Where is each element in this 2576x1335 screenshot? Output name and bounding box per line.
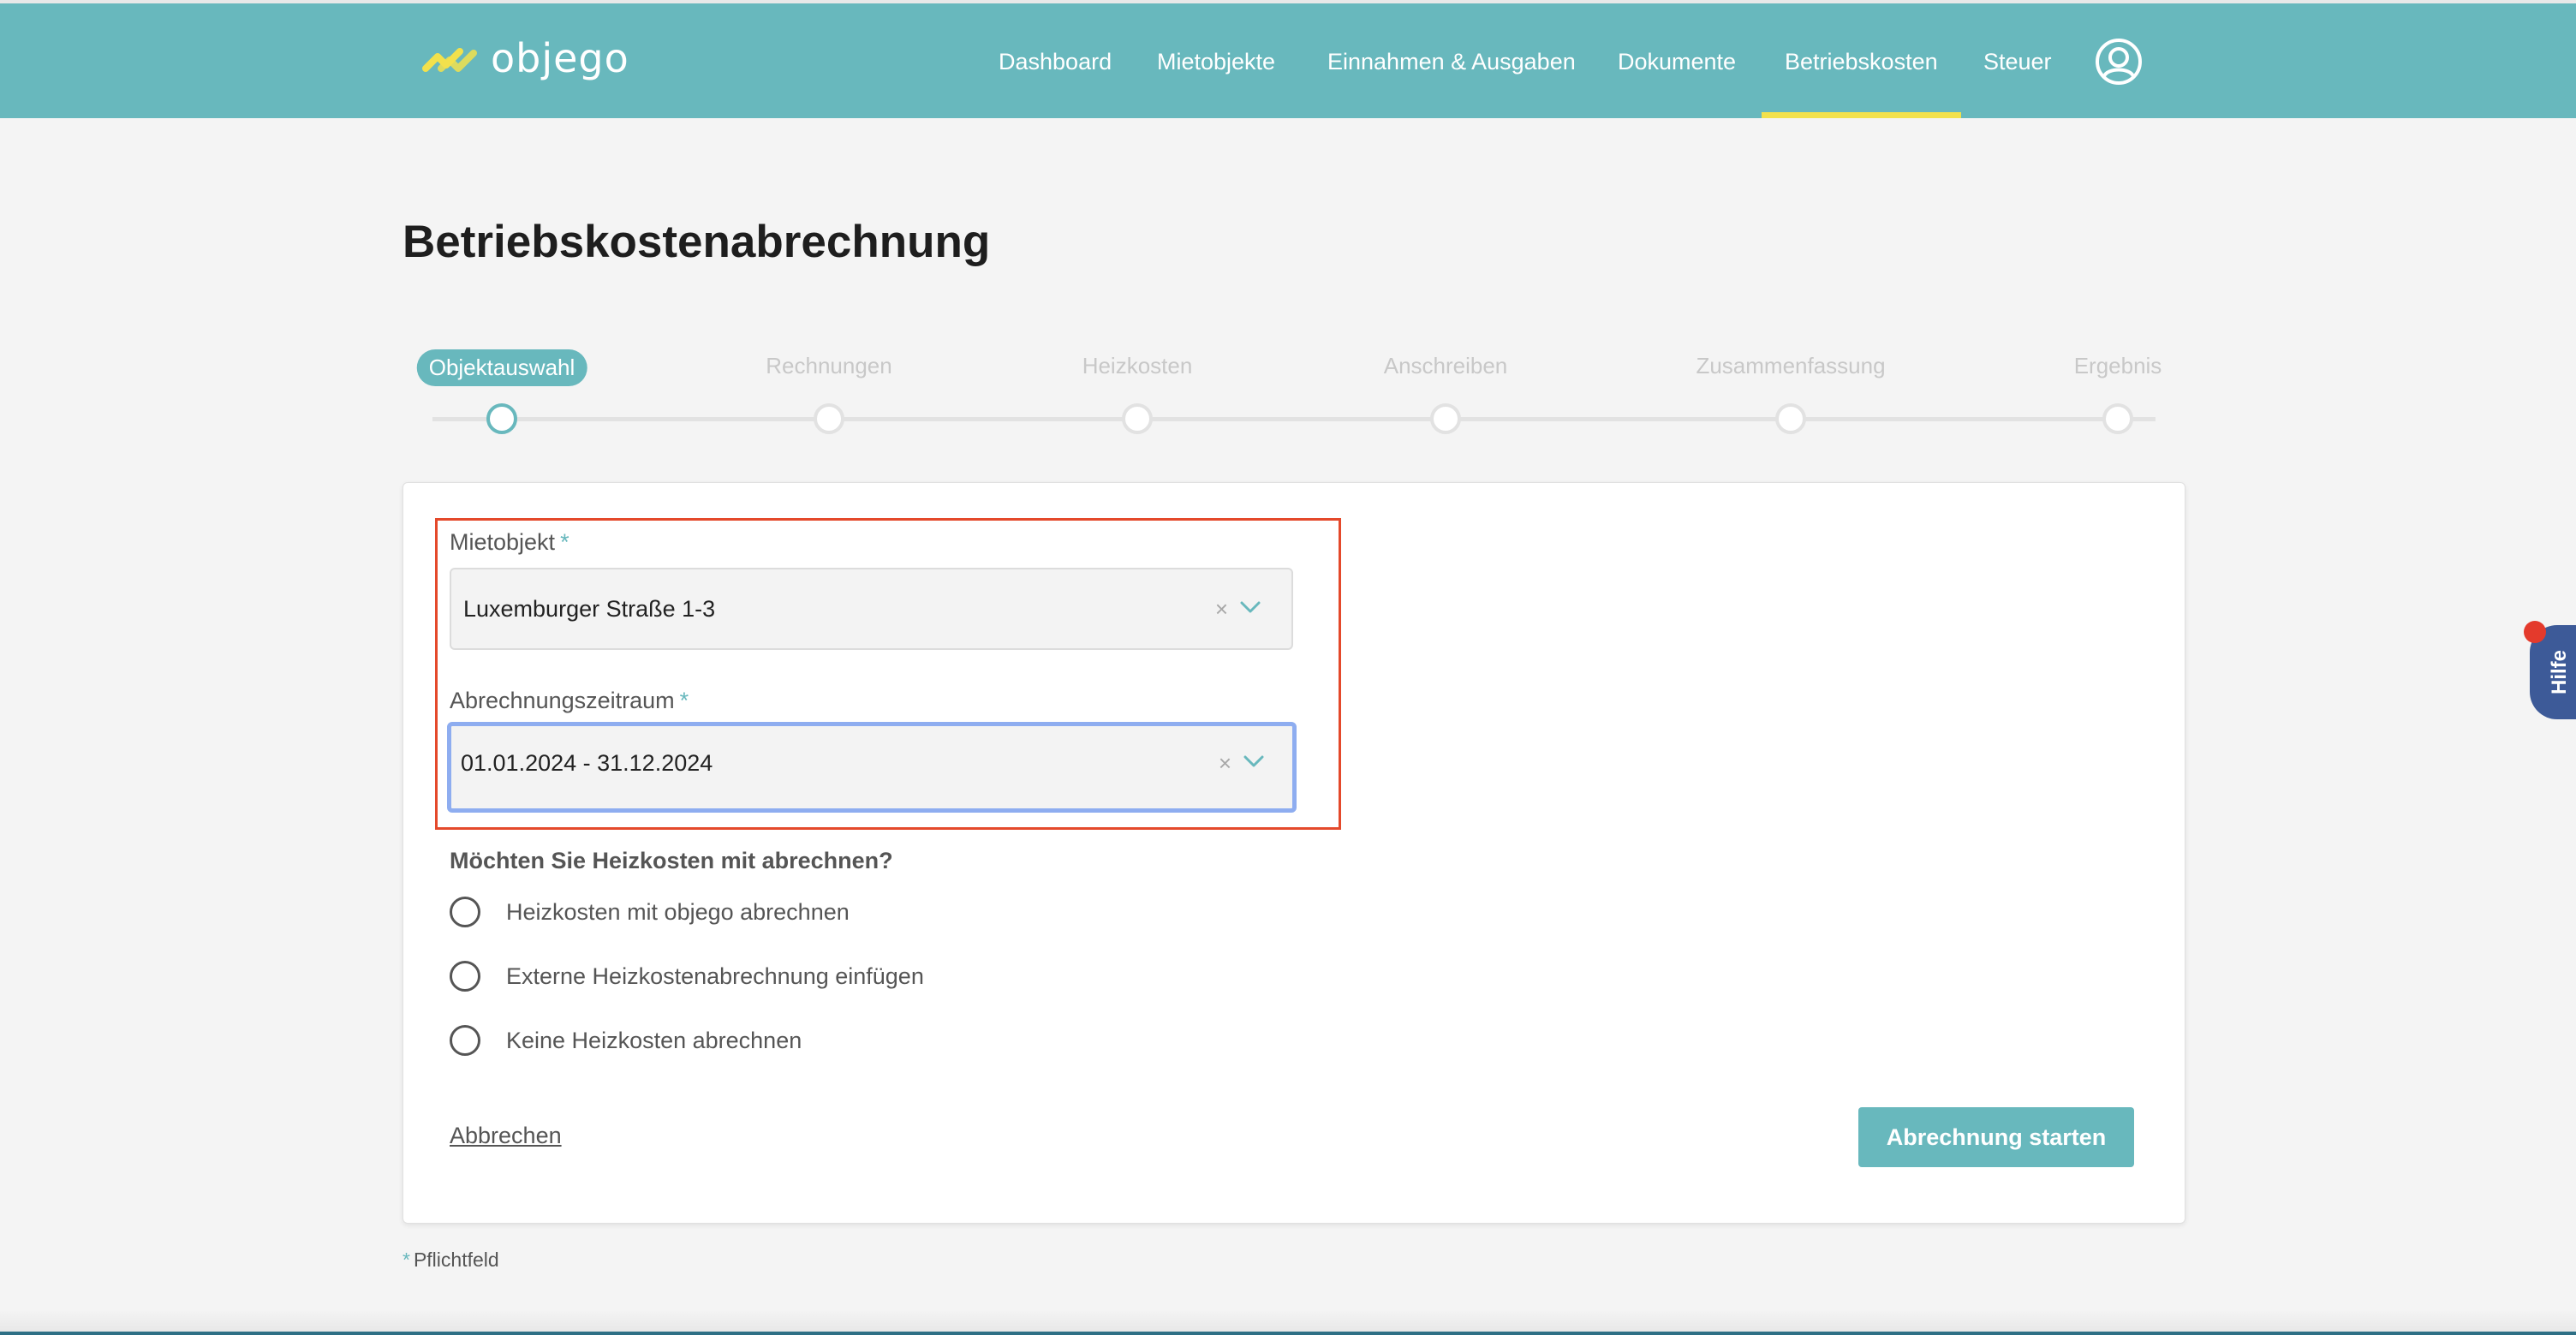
- window-bottom-edge: [0, 1332, 2576, 1335]
- clear-icon[interactable]: ×: [1219, 726, 1231, 800]
- radio-button[interactable]: [450, 1025, 480, 1056]
- page-title: Betriebskostenabrechnung: [402, 217, 991, 267]
- nav-item-dokumente[interactable]: Dokumente: [1618, 0, 1736, 118]
- step-dot-zusammenfassung: [1775, 403, 1806, 434]
- step-dot-ergebnis: [2102, 403, 2133, 434]
- step-dot-objektauswahl: [486, 403, 517, 434]
- chevron-down-icon[interactable]: [1243, 754, 1264, 768]
- step-dot-heizkosten: [1122, 403, 1153, 434]
- cancel-link[interactable]: Abbrechen: [450, 1123, 562, 1149]
- heating-question: Möchten Sie Heizkosten mit abrechnen?: [450, 848, 893, 873]
- clear-icon[interactable]: ×: [1215, 569, 1228, 648]
- user-account-icon[interactable]: [2095, 38, 2143, 86]
- property-label-text: Mietobjekt: [450, 529, 556, 555]
- required-mark: *: [402, 1249, 410, 1271]
- required-mark: *: [560, 529, 569, 555]
- period-select-value: 01.01.2024 - 31.12.2024: [461, 750, 713, 776]
- property-select-value: Luxemburger Straße 1-3: [463, 596, 716, 622]
- step-dot-anschreiben: [1430, 403, 1461, 434]
- help-label: Hilfe: [2548, 650, 2571, 695]
- step-label-objektauswahl: Objektauswahl: [416, 349, 587, 386]
- objego-logo-icon: [422, 48, 477, 72]
- nav-item-steuer[interactable]: Steuer: [1983, 0, 2052, 118]
- radio-option-heizkosten-objego[interactable]: Heizkosten mit objego abrechnen: [450, 893, 850, 931]
- step-label-rechnungen: Rechnungen: [766, 353, 892, 378]
- step-label-heizkosten: Heizkosten: [1082, 353, 1193, 378]
- step-label-zusammenfassung: Zusammenfassung: [1696, 353, 1886, 378]
- brand-name: objego: [491, 35, 629, 81]
- radio-label: Heizkosten mit objego abrechnen: [506, 898, 850, 925]
- radio-label: Keine Heizkosten abrechnen: [506, 1027, 802, 1053]
- property-select[interactable]: Luxemburger Straße 1-3 ×: [450, 568, 1293, 650]
- period-label-text: Abrechnungszeitraum: [450, 688, 675, 713]
- footnote-text: Pflichtfeld: [413, 1249, 499, 1271]
- window-top-edge: [0, 0, 2576, 3]
- nav-item-betriebskosten[interactable]: Betriebskosten: [1762, 0, 1961, 118]
- required-mark: *: [679, 688, 689, 713]
- radio-button[interactable]: [450, 897, 480, 927]
- step-dot-rechnungen: [814, 403, 844, 434]
- nav-item-dashboard[interactable]: Dashboard: [999, 0, 1112, 118]
- radio-button[interactable]: [450, 961, 480, 992]
- step-label-anschreiben: Anschreiben: [1383, 353, 1508, 378]
- period-select[interactable]: 01.01.2024 - 31.12.2024 ×: [447, 722, 1297, 813]
- nav-item-einnahmen-ausgaben[interactable]: Einnahmen & Ausgaben: [1327, 0, 1576, 118]
- radio-option-extern[interactable]: Externe Heizkostenabrechnung einfügen: [450, 957, 924, 995]
- notification-badge: [2524, 621, 2546, 643]
- period-label: Abrechnungszeitraum *: [450, 688, 689, 714]
- required-footnote: * Pflichtfeld: [402, 1249, 499, 1272]
- nav-item-mietobjekte[interactable]: Mietobjekte: [1157, 0, 1275, 118]
- chevron-down-icon[interactable]: [1240, 600, 1261, 614]
- step-label-ergebnis: Ergebnis: [2073, 353, 2162, 378]
- top-navigation-bar: objego Dashboard Mietobjekte Einnahmen &…: [0, 0, 2576, 118]
- property-label: Mietobjekt *: [450, 529, 569, 556]
- radio-option-keine[interactable]: Keine Heizkosten abrechnen: [450, 1022, 802, 1059]
- stepper-track: [432, 417, 2156, 421]
- radio-label: Externe Heizkostenabrechnung einfügen: [506, 963, 924, 989]
- brand-logo[interactable]: objego: [422, 33, 629, 84]
- start-billing-button[interactable]: Abrechnung starten: [1858, 1107, 2134, 1167]
